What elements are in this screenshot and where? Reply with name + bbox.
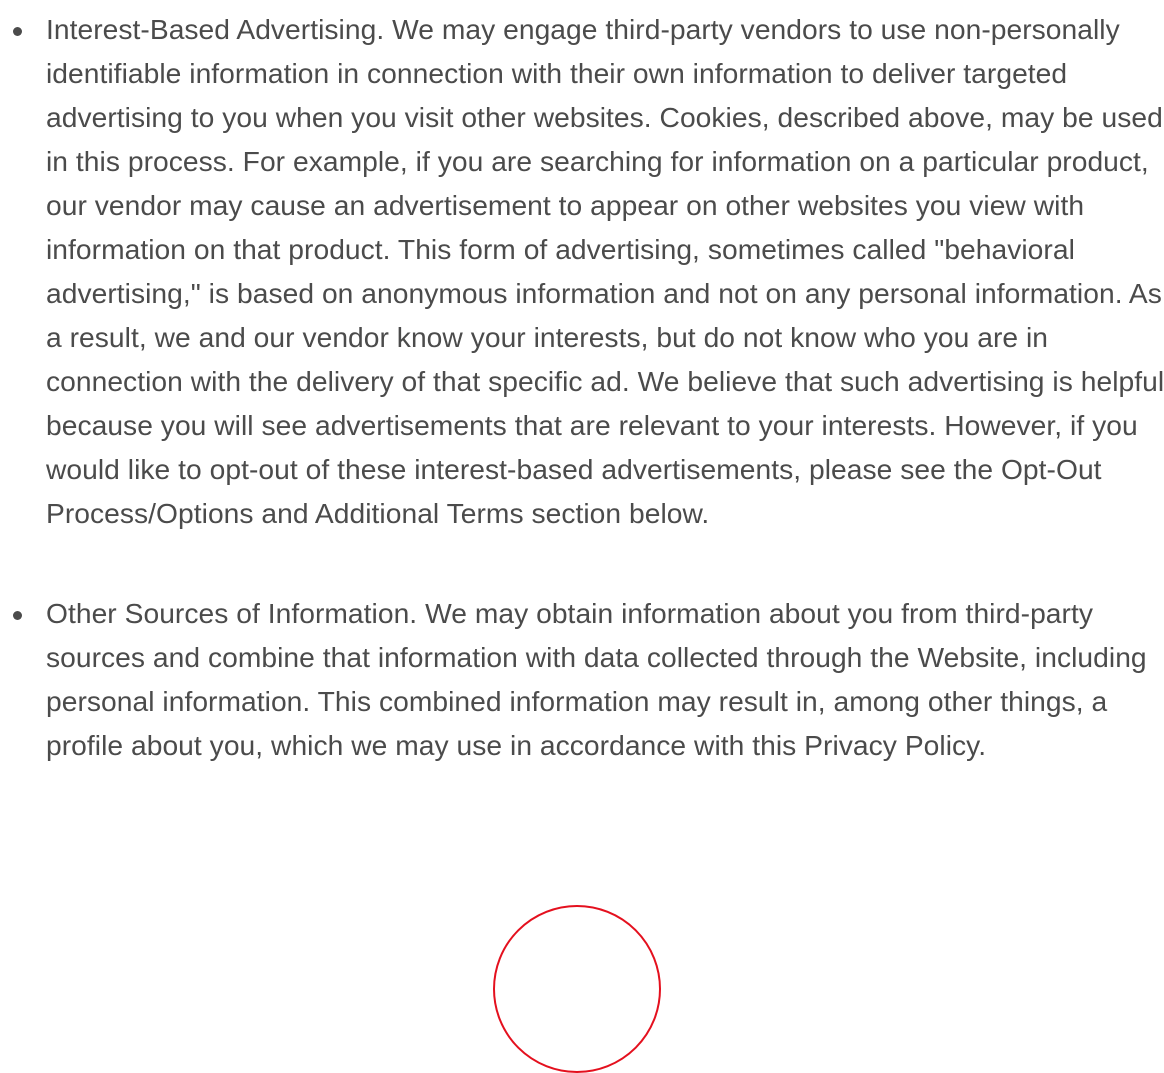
policy-list: Interest-Based Advertising. We may engag… xyxy=(0,0,1164,767)
list-item: Interest-Based Advertising. We may engag… xyxy=(0,0,1164,535)
list-item-text: Interest-Based Advertising. We may engag… xyxy=(46,13,1164,529)
bullet-icon xyxy=(13,611,22,620)
floating-circle-button[interactable] xyxy=(493,905,661,1073)
list-item-text: Other Sources of Information. We may obt… xyxy=(46,597,1147,761)
list-item: Other Sources of Information. We may obt… xyxy=(0,591,1164,767)
policy-content: Interest-Based Advertising. We may engag… xyxy=(0,0,1164,767)
bullet-icon xyxy=(13,27,22,36)
